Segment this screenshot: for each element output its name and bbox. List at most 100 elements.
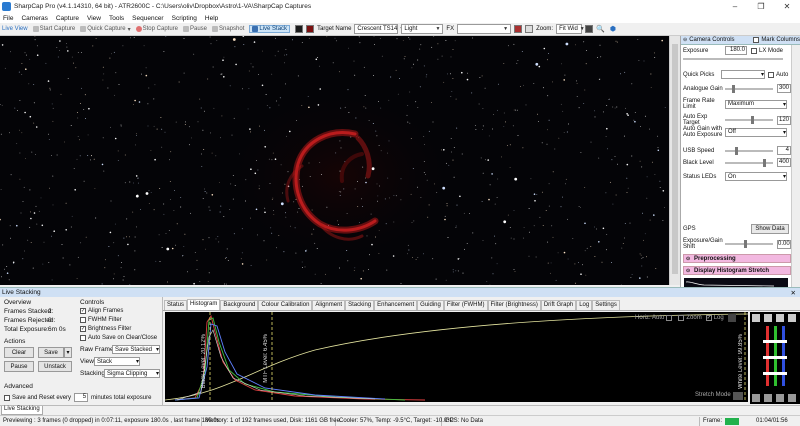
tab-filter-brightness[interactable]: Filter (Brightness) [487, 300, 541, 310]
control-slider[interactable] [725, 84, 773, 93]
fwhm-filter-checkbox[interactable] [80, 317, 86, 323]
stop-capture-button[interactable]: Stop Capture [135, 26, 178, 32]
menu-view[interactable]: View [87, 15, 101, 22]
menu-file[interactable]: File [3, 15, 13, 22]
tab-log[interactable]: Log [576, 300, 593, 310]
start-capture-label: Start Capture [39, 26, 76, 32]
mark-columns-checkbox[interactable] [753, 37, 760, 43]
camera-controls-header[interactable]: ⊖ Camera Controls Mark Columns [681, 36, 800, 45]
control-value[interactable]: 300 [777, 84, 791, 93]
control-combo-value: Maximum [728, 101, 755, 107]
live-view-button[interactable]: Live View [2, 26, 28, 32]
control-slider[interactable] [725, 116, 773, 124]
tab-histogram[interactable]: Histogram [187, 299, 221, 310]
clear-button[interactable]: Clear [4, 347, 34, 358]
pause-button[interactable]: Pause [183, 26, 207, 32]
tab-enhancement[interactable]: Enhancement [374, 300, 418, 310]
histogram-icon[interactable] [585, 25, 594, 33]
show-data-button[interactable]: Show Data [751, 224, 789, 234]
control-value[interactable]: 120 [777, 115, 791, 125]
control-slider[interactable] [725, 146, 773, 155]
black-swatch[interactable] [295, 25, 304, 33]
menu-help[interactable]: Help [205, 15, 218, 22]
tab-stacking[interactable]: Stacking [345, 300, 375, 310]
menu-sequencer[interactable]: Sequencer [132, 15, 163, 22]
minimize-button[interactable]: – [722, 0, 748, 13]
magnifier-icon[interactable]: 🔍 [596, 25, 605, 33]
target-name-combo[interactable]: Crescent TS14▼ [354, 24, 404, 34]
save-dropdown-button[interactable]: ▾ [64, 347, 72, 358]
maximize-button[interactable]: ❐ [748, 0, 774, 13]
stretch-histogram-preview[interactable] [684, 278, 788, 287]
tab-background[interactable]: Background [220, 300, 259, 310]
unstack-button[interactable]: Unstack [38, 361, 72, 372]
exposure-gain-shift-value[interactable]: 0.00 [777, 239, 791, 249]
quick-picks-combo[interactable]: ▾ [721, 70, 765, 79]
pin-icon[interactable]: ⬢ [610, 25, 616, 33]
control-value[interactable]: 400 [777, 158, 791, 167]
exposure-value[interactable]: 180.0 [725, 46, 747, 55]
menu-capture[interactable]: Capture [56, 15, 79, 22]
preprocessing-section[interactable]: ⊙ Preprocessing [683, 254, 791, 263]
snapshot-button[interactable]: Snapshot [212, 26, 244, 32]
tab-colour-calibration[interactable]: Colour Calibration [258, 300, 313, 310]
auto-checkbox[interactable] [768, 71, 774, 78]
control-row: Black Level 400 [683, 158, 791, 167]
fx-combo[interactable]: ▼ [457, 24, 512, 34]
tab-status[interactable]: Status [164, 300, 188, 310]
tab-settings[interactable]: Settings [592, 300, 620, 310]
save-reset-minutes[interactable]: 5 [74, 393, 89, 402]
close-button[interactable]: ✕ [774, 0, 800, 13]
control-slider[interactable] [725, 158, 773, 167]
quick-capture-icon [80, 26, 87, 32]
exposure-gain-shift-slider[interactable] [725, 240, 773, 248]
tab-guiding[interactable]: Guiding [417, 300, 444, 310]
tab-alignment[interactable]: Alignment [312, 300, 346, 310]
histogram-reset-icon[interactable] [727, 314, 736, 322]
lx-mode-checkbox[interactable] [751, 47, 757, 54]
zoom-combo[interactable]: Fit Wid ▼ [556, 24, 585, 34]
log-checkbox[interactable]: ✓ [705, 315, 712, 321]
brightness-filter-checkbox[interactable]: ✓ [80, 326, 86, 332]
auto-save-checkbox[interactable] [80, 335, 86, 341]
tab-drift-graph[interactable]: Drift Graph [540, 300, 577, 310]
viewer-scrollbar[interactable] [669, 36, 680, 285]
chevron-down-icon: ▾ [760, 72, 764, 78]
view-combo[interactable]: Stack ▾ [94, 357, 140, 366]
display-histogram-stretch-section[interactable]: ⊙ Display Histogram Stretch [683, 266, 791, 275]
raw-frames-combo[interactable]: Save Stacked ▾ [112, 345, 160, 354]
save-reset-checkbox[interactable] [4, 394, 10, 401]
live-stacking-title: Live Stacking [2, 289, 41, 296]
live-stacking-bottom-tab[interactable]: Live Stacking [1, 406, 43, 415]
frame-type-combo[interactable]: Light ▼ [401, 24, 444, 34]
histogram-panel[interactable]: Black Level: 20.12% MTF Level: 6.45% Whi… [165, 312, 748, 402]
control-combo[interactable]: Off ▾ [725, 127, 787, 137]
white-level-label: White Level: 99.85% [738, 334, 744, 390]
tab-filter-fwhm[interactable]: Filter (FWHM) [443, 300, 488, 310]
start-capture-button[interactable]: Start Capture [32, 26, 76, 32]
red-swatch[interactable] [306, 25, 315, 33]
menu-scripting[interactable]: Scripting [172, 15, 197, 22]
fx-color-swatch[interactable] [514, 25, 523, 33]
image-viewer[interactable] [0, 36, 680, 285]
scrollbar-thumb[interactable] [672, 44, 678, 274]
menu-tools[interactable]: Tools [109, 15, 124, 22]
zoom-checkbox[interactable] [678, 315, 685, 321]
pause-stack-button[interactable]: Pause [4, 361, 34, 372]
live-stack-button[interactable]: Live Stack [249, 25, 291, 33]
control-combo[interactable]: On ▾ [725, 172, 787, 181]
control-combo[interactable]: Maximum ▾ [725, 99, 787, 109]
align-frames-checkbox[interactable]: ✓ [80, 308, 86, 314]
stretch-mode-button[interactable] [733, 392, 743, 400]
quick-capture-button[interactable]: Quick Capture ▾ [80, 26, 131, 33]
panel-close-icon[interactable]: ✕ [791, 289, 796, 297]
auto-label: Auto [776, 71, 789, 78]
panel-scrollbar[interactable] [791, 45, 800, 287]
menu-cameras[interactable]: Cameras [21, 15, 47, 22]
stacking-combo[interactable]: Sigma Clipping ▾ [104, 369, 160, 378]
save-button[interactable]: Save [38, 347, 64, 358]
horiz-auto-checkbox[interactable] [666, 315, 673, 321]
exposure-slider[interactable] [683, 58, 783, 60]
fx-setting-swatch[interactable] [525, 25, 534, 33]
control-value[interactable]: 4 [777, 146, 791, 155]
